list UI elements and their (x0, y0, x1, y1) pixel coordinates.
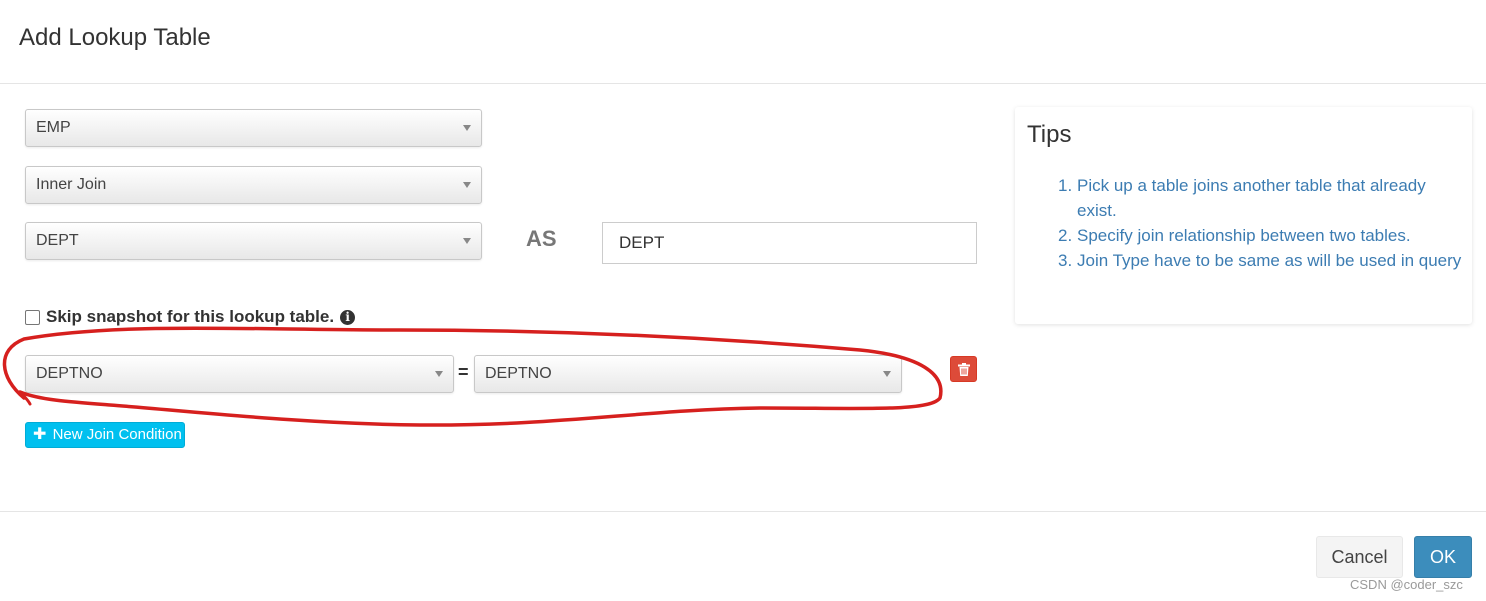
skip-snapshot-row: Skip snapshot for this lookup table. i (25, 305, 356, 329)
skip-snapshot-label[interactable]: Skip snapshot for this lookup table. (46, 307, 334, 327)
join-type-select[interactable]: Inner Join (25, 166, 482, 204)
join-right-column-value: DEPTNO (485, 365, 552, 382)
join-right-column-select[interactable]: DEPTNO (474, 355, 902, 393)
join-operator: = (458, 362, 469, 382)
tip-item: 2. Specify join relationship between two … (1058, 226, 1411, 245)
tips-list: 1. Pick up a table joins another table th… (1058, 173, 1462, 273)
new-join-condition-button[interactable]: ✚ New Join Condition (25, 422, 185, 448)
source-table-select[interactable]: EMP (25, 109, 482, 147)
new-join-condition-label: New Join Condition (52, 426, 182, 443)
as-label: AS (526, 226, 557, 251)
trash-icon (958, 363, 970, 376)
chevron-down-icon (463, 182, 471, 188)
tips-panel: Tips 1. Pick up a table joins another tab… (1015, 107, 1472, 324)
join-left-column-value: DEPTNO (36, 365, 103, 382)
join-left-column-select[interactable]: DEPTNO (25, 355, 454, 393)
chevron-down-icon (463, 125, 471, 131)
info-circle-icon[interactable]: i (340, 309, 356, 325)
modal-footer (0, 511, 1486, 601)
ok-button[interactable]: OK (1414, 536, 1472, 578)
lookup-table-select[interactable]: DEPT (25, 222, 482, 260)
tip-item: 1. Pick up a table joins another table th… (1058, 176, 1426, 220)
modal-header: Add Lookup Table (0, 0, 1486, 84)
cancel-button[interactable]: Cancel (1316, 536, 1403, 578)
tips-title: Tips (1027, 121, 1072, 148)
join-type-value: Inner Join (36, 176, 107, 193)
tip-item: 3. Join Type have to be same as will be u… (1058, 251, 1462, 270)
chevron-down-icon (435, 371, 443, 377)
source-table-value: EMP (36, 119, 71, 136)
modal-title: Add Lookup Table (19, 24, 211, 51)
watermark: CSDN @coder_szc (1350, 577, 1463, 592)
chevron-down-icon (463, 238, 471, 244)
plus-icon: ✚ (33, 426, 47, 443)
skip-snapshot-checkbox[interactable] (25, 309, 40, 325)
delete-join-condition-button[interactable] (950, 356, 977, 382)
chevron-down-icon (883, 371, 891, 377)
alias-input[interactable] (602, 222, 977, 264)
lookup-table-value: DEPT (36, 232, 79, 249)
